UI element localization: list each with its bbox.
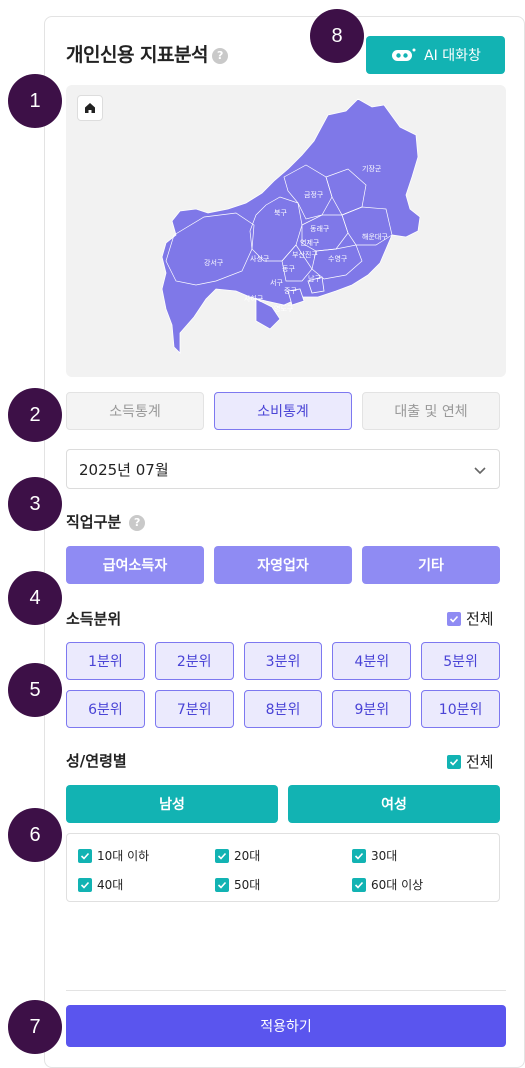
map-label-nam: 남구	[308, 274, 321, 283]
quantile-button[interactable]: 4분위	[332, 642, 412, 680]
gender-options: 남성 여성	[66, 785, 500, 823]
checkbox-checked-icon	[78, 877, 92, 892]
age-label: 50대	[234, 878, 261, 892]
stat-tabs: 소득통계 소비통계 대출 및 연체	[66, 392, 500, 430]
quantile-button[interactable]: 9분위	[332, 690, 412, 728]
age-label: 60대 이상	[371, 878, 424, 892]
chevron-down-icon	[474, 467, 486, 475]
map-label-dong: 동구	[282, 265, 295, 273]
job-self-employed-button[interactable]: 자영업자	[214, 546, 352, 584]
age-group-box: 10대 이하 20대 30대 40대 50대 60대 이상	[66, 833, 500, 902]
map-label-busanjin: 부산진구	[292, 250, 318, 259]
page-title: 개인신용 지표분석?	[66, 40, 228, 67]
map-label-suyeong: 수영구	[328, 254, 348, 263]
map-label-geumjeong: 금정구	[304, 190, 324, 199]
question-circle-icon[interactable]: ?	[211, 47, 228, 64]
quantile-button[interactable]: 2분위	[154, 642, 234, 680]
checkbox-checked-icon	[78, 848, 92, 863]
job-section-label: 직업구분?	[66, 511, 146, 532]
quantile-button[interactable]: 10분위	[421, 690, 500, 728]
busan-district-map[interactable]: 기장군 금정구 북구 동래구 연제구 해운대구 강서구 사상구 부산진구 수영구…	[66, 85, 506, 377]
map-label-saha: 사하구	[244, 294, 264, 303]
page-title-text: 개인신용 지표분석	[66, 44, 208, 66]
annotation-badge-8: 8	[310, 9, 364, 63]
income-all-label: 전체	[466, 610, 494, 628]
map-label-gangseo: 강서구	[204, 258, 224, 267]
divider	[66, 990, 506, 991]
income-quantile-row-1: 1분위 2분위 3분위 4분위 5분위	[66, 642, 500, 680]
map-label-buk: 북구	[274, 209, 287, 217]
district-map-shape[interactable]: 기장군 금정구 북구 동래구 연제구 해운대구 강서구 사상구 부산진구 수영구…	[66, 85, 506, 377]
map-label-haeundae: 해운대구	[362, 232, 388, 241]
age-checkbox-10s[interactable]: 10대 이하	[78, 847, 149, 864]
checkbox-checked-icon	[447, 754, 461, 769]
map-label-yeongdo: 영도구	[274, 304, 294, 313]
quantile-button[interactable]: 6분위	[66, 690, 145, 728]
checkbox-checked-icon	[215, 848, 229, 863]
job-label-text: 직업구분	[66, 513, 122, 531]
tab-income-stats[interactable]: 소득통계	[66, 392, 204, 430]
age-checkbox-60s[interactable]: 60대 이상	[352, 876, 423, 893]
map-label-dongnae: 동래구	[310, 224, 330, 233]
gender-age-all-label: 전체	[466, 753, 494, 771]
map-home-button[interactable]	[77, 95, 103, 121]
checkbox-checked-icon	[215, 877, 229, 892]
month-select[interactable]: 2025년 07월	[66, 449, 500, 489]
home-icon	[85, 103, 95, 113]
month-select-value: 2025년 07월	[79, 460, 169, 479]
annotation-badge-1: 1	[8, 74, 62, 128]
annotation-badge-3: 3	[8, 477, 62, 531]
ai-chat-label: AI 대화창	[424, 48, 481, 64]
map-label-seo: 서구	[270, 278, 283, 287]
map-label-gijang: 기장군	[362, 164, 382, 173]
question-circle-icon[interactable]: ?	[129, 514, 146, 531]
job-salaried-button[interactable]: 급여소득자	[66, 546, 204, 584]
age-label: 10대 이하	[97, 849, 150, 863]
checkbox-checked-icon	[352, 877, 366, 892]
map-label-sasang: 사상구	[250, 254, 270, 263]
job-options: 급여소득자 자영업자 기타	[66, 546, 500, 584]
age-label: 20대	[234, 849, 261, 863]
quantile-button[interactable]: 7분위	[154, 690, 234, 728]
gender-male-button[interactable]: 남성	[66, 785, 278, 823]
age-checkbox-40s[interactable]: 40대	[78, 876, 123, 893]
age-checkbox-20s[interactable]: 20대	[215, 847, 260, 864]
quantile-button[interactable]: 8분위	[243, 690, 323, 728]
gender-age-section-label: 성/연령별	[66, 752, 127, 770]
age-label: 40대	[97, 878, 124, 892]
annotation-badge-6: 6	[8, 808, 62, 862]
quantile-button[interactable]: 3분위	[243, 642, 323, 680]
apply-button[interactable]: 적용하기	[66, 1005, 506, 1047]
tab-consumption-stats[interactable]: 소비통계	[214, 392, 352, 430]
income-all-checkbox[interactable]: 전체	[447, 608, 494, 629]
annotation-badge-2: 2	[8, 388, 62, 442]
map-label-jung: 중구	[284, 287, 297, 295]
ai-chat-button[interactable]: AI 대화창	[366, 36, 505, 74]
checkbox-checked-icon	[447, 611, 461, 626]
robot-icon	[392, 48, 416, 61]
age-label: 30대	[371, 849, 398, 863]
income-section-label: 소득분위	[66, 610, 122, 628]
annotation-badge-4: 4	[8, 571, 62, 625]
age-checkbox-30s[interactable]: 30대	[352, 847, 397, 864]
tab-loan-delinquency[interactable]: 대출 및 연체	[362, 392, 500, 430]
gender-age-all-checkbox[interactable]: 전체	[447, 751, 494, 772]
annotation-badge-7: 7	[8, 1000, 62, 1054]
checkbox-checked-icon	[352, 848, 366, 863]
gender-female-button[interactable]: 여성	[288, 785, 500, 823]
map-label-yeonje: 연제구	[300, 239, 320, 247]
income-quantile-row-2: 6분위 7분위 8분위 9분위 10분위	[66, 690, 500, 728]
annotation-badge-5: 5	[8, 663, 62, 717]
age-checkbox-50s[interactable]: 50대	[215, 876, 260, 893]
job-other-button[interactable]: 기타	[362, 546, 500, 584]
quantile-button[interactable]: 5분위	[421, 642, 500, 680]
quantile-button[interactable]: 1분위	[66, 642, 145, 680]
